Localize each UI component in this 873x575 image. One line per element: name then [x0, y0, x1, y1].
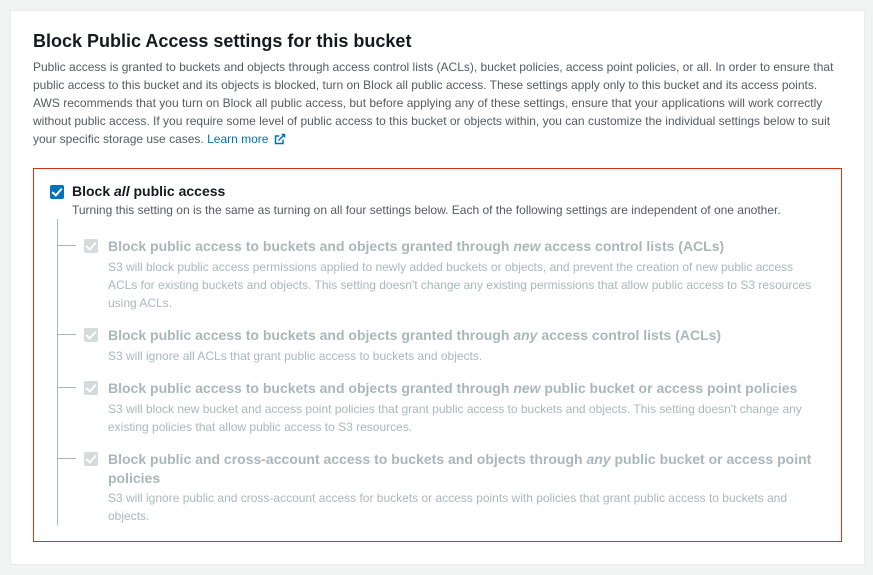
settings-highlight-box: Block all public access Turning this set… — [33, 168, 842, 542]
panel-description: Public access is granted to buckets and … — [33, 58, 842, 150]
block-all-label: Block all public access Turning this set… — [72, 183, 825, 219]
sub-title-post: public bucket or access point policies — [541, 380, 798, 396]
block-all-title-pre: Block — [72, 183, 114, 199]
sub-setting-any-acls: Block public access to buckets and objec… — [58, 312, 825, 365]
sub-new-acls-checkbox — [84, 239, 98, 253]
tree-branch-icon — [58, 325, 76, 335]
tree-branch-icon — [58, 449, 76, 459]
tree-branch-icon — [58, 236, 76, 246]
sub-new-policies-desc: S3 will block new bucket and access poin… — [108, 400, 825, 436]
sub-any-acls-title: Block public access to buckets and objec… — [108, 326, 825, 345]
sub-title-pre: Block public access to buckets and objec… — [108, 380, 513, 396]
sub-title-em: new — [513, 380, 540, 396]
block-all-title-em: all — [114, 183, 130, 199]
tree-branch-icon — [58, 378, 76, 388]
learn-more-label: Learn more — [207, 132, 268, 146]
sub-settings-tree: Block public access to buckets and objec… — [57, 219, 825, 525]
sub-title-pre: Block public and cross-account access to… — [108, 451, 586, 467]
sub-any-policies-title: Block public and cross-account access to… — [108, 450, 825, 488]
block-all-checkbox[interactable] — [50, 185, 64, 199]
sub-any-policies-checkbox — [84, 452, 98, 466]
block-all-title: Block all public access — [72, 183, 825, 199]
sub-any-policies-desc: S3 will ignore public and cross-account … — [108, 489, 825, 525]
sub-title-em: new — [513, 238, 540, 254]
external-link-icon — [274, 132, 286, 150]
sub-setting-new-policies: Block public access to buckets and objec… — [58, 365, 825, 436]
block-all-title-post: public access — [130, 183, 226, 199]
sub-new-policies-title: Block public access to buckets and objec… — [108, 379, 825, 398]
sub-new-policies-checkbox — [84, 381, 98, 395]
sub-title-em: any — [586, 451, 610, 467]
sub-title-post: access control lists (ACLs) — [537, 327, 721, 343]
sub-title-em: any — [513, 327, 537, 343]
block-all-desc: Turning this setting on is the same as t… — [72, 201, 825, 219]
sub-any-acls-desc: S3 will ignore all ACLs that grant publi… — [108, 347, 825, 365]
sub-setting-new-acls: Block public access to buckets and objec… — [58, 223, 825, 312]
block-all-row: Block all public access Turning this set… — [50, 183, 825, 219]
panel-description-text: Public access is granted to buckets and … — [33, 60, 833, 146]
sub-setting-any-policies: Block public and cross-account access to… — [58, 436, 825, 526]
panel-title: Block Public Access settings for this bu… — [33, 31, 842, 52]
sub-title-post: access control lists (ACLs) — [541, 238, 725, 254]
sub-any-acls-checkbox — [84, 328, 98, 342]
sub-new-acls-desc: S3 will block public access permissions … — [108, 258, 825, 312]
learn-more-link[interactable]: Learn more — [207, 132, 286, 146]
block-public-access-panel: Block Public Access settings for this bu… — [10, 10, 865, 565]
sub-new-acls-title: Block public access to buckets and objec… — [108, 237, 825, 256]
sub-title-pre: Block public access to buckets and objec… — [108, 327, 513, 343]
sub-title-pre: Block public access to buckets and objec… — [108, 238, 513, 254]
